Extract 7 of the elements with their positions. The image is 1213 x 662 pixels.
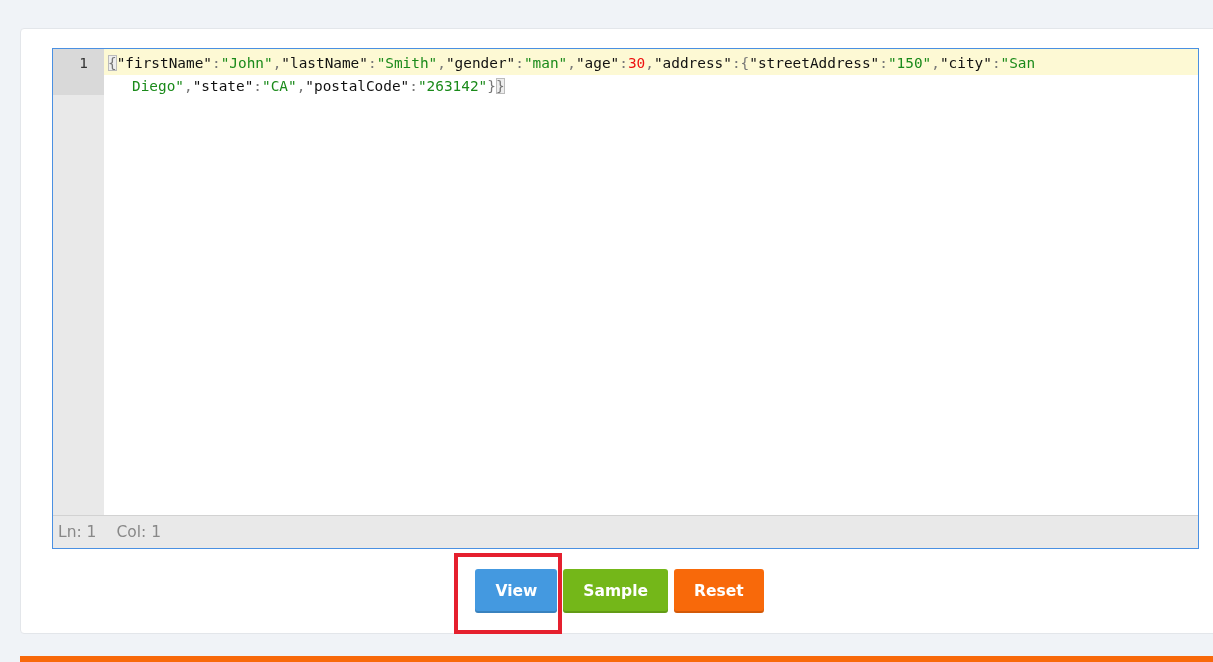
action-button[interactable]: Reset [674, 569, 764, 613]
action-button[interactable]: View [475, 569, 558, 613]
code-editor[interactable]: 1 {"firstName":"John","lastName":"Smith","gender":"man","age":30,"address":{"streetAddress":"150","city":"San Diego","state":"CA","postalCode":"263142"}} Ln: 1 Col: 1 [52, 48, 1199, 549]
line-indicator: Ln: 1 [58, 523, 97, 541]
column-indicator: Col: 1 [116, 523, 162, 541]
action-button[interactable]: Sample [563, 569, 668, 613]
line-number: 1 [53, 49, 104, 95]
